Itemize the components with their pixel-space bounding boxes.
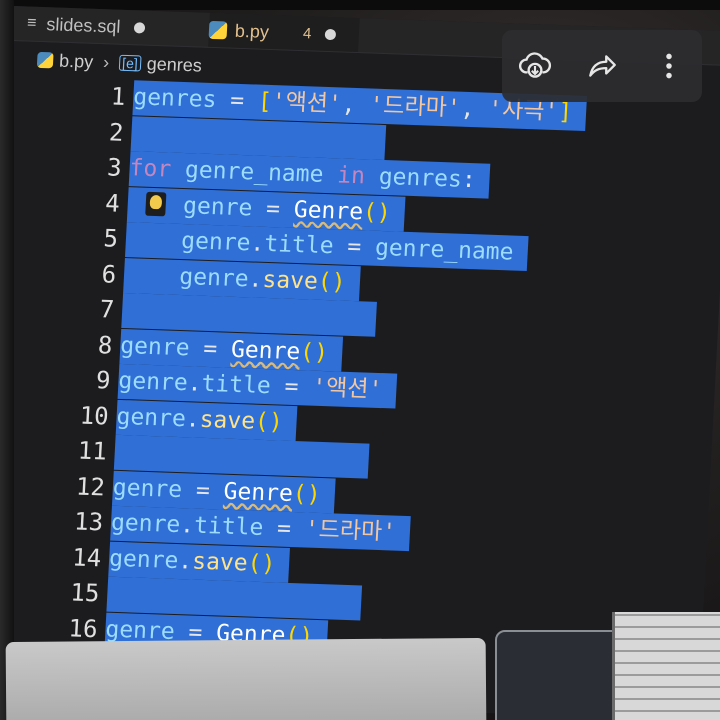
code-token: Genre <box>230 336 301 365</box>
python-file-icon <box>208 20 228 40</box>
code-token: = <box>251 194 295 223</box>
code-token: = <box>270 373 313 401</box>
code-token: save <box>261 266 319 295</box>
code-token: genre <box>115 403 187 432</box>
code-token: = <box>181 476 225 505</box>
line-number: 6 <box>100 259 117 289</box>
code-token: '드라마' <box>368 92 462 122</box>
breadcrumb-symbol[interactable]: genres <box>146 53 202 76</box>
code-token: save <box>191 548 249 576</box>
tab-b-py[interactable]: b.py 4 <box>208 12 360 53</box>
code-token: = <box>215 87 259 115</box>
code-token: genre_name <box>184 157 325 188</box>
line-number: 4 <box>104 188 121 218</box>
code-token: '액션' <box>311 374 383 404</box>
code-token: genre <box>110 509 181 539</box>
code-token: title <box>200 370 272 400</box>
code-token: . <box>247 265 264 293</box>
code-token: title <box>193 512 265 542</box>
line-number: 9 <box>95 366 112 395</box>
code-token: . <box>249 230 266 257</box>
code-token: , <box>341 91 371 119</box>
line-number: 13 <box>73 507 104 537</box>
code-token: [ <box>257 88 273 116</box>
unsaved-dot-icon <box>325 28 337 40</box>
code-token: genre_name <box>374 234 515 266</box>
more-options-button[interactable] <box>647 44 691 88</box>
lightbulb-icon[interactable] <box>145 191 167 216</box>
photo-background: ≡ slides.sql b.py 4 b.py › [e] genres 1g… <box>0 0 720 720</box>
line-number: 8 <box>97 330 114 360</box>
code-token: () <box>362 198 392 226</box>
menu-lines-icon: ≡ <box>26 14 37 32</box>
code-token: in <box>336 162 366 190</box>
code-text: genre.save() <box>115 399 298 441</box>
code-token: () <box>299 338 329 366</box>
window-blinds <box>612 612 720 720</box>
code-token: genre <box>119 332 191 361</box>
image-actions-toolbar <box>502 30 702 102</box>
code-token: genre <box>178 263 250 292</box>
line-number: 15 <box>69 578 101 608</box>
breadcrumb-file[interactable]: b.py <box>59 50 94 72</box>
line-number: 5 <box>102 224 119 253</box>
unsaved-dot-icon <box>134 21 146 34</box>
variable-symbol-icon: [e] <box>118 54 142 72</box>
code-token: genre <box>117 367 189 397</box>
share-button[interactable] <box>580 44 624 88</box>
foreground-window-left <box>5 637 487 720</box>
code-token: '드라마' <box>304 516 397 546</box>
python-file-icon <box>36 51 54 69</box>
problems-count-badge: 4 <box>302 24 312 42</box>
code-token: genres <box>132 84 218 114</box>
code-token: , <box>459 95 489 123</box>
code-token: = <box>332 233 376 261</box>
chevron-right-icon: › <box>102 51 110 72</box>
tab-label: slides.sql <box>45 13 121 37</box>
line-number: 11 <box>77 436 108 466</box>
tab-label: b.py <box>234 20 270 42</box>
breadcrumb: b.py › [e] genres <box>36 47 203 79</box>
line-number: 1 <box>110 82 127 111</box>
line-number: 3 <box>106 153 123 182</box>
code-token: Genre <box>293 196 364 225</box>
code-token: genre <box>182 192 254 221</box>
code-token: save <box>199 406 256 435</box>
line-number: 12 <box>75 471 106 501</box>
code-token: genre <box>112 474 183 503</box>
line-number: 10 <box>79 401 110 431</box>
code-token: genre <box>180 227 252 257</box>
code-token: title <box>263 230 335 260</box>
code-token: genre <box>108 545 180 574</box>
code-token: genres <box>378 163 463 193</box>
more-options-icon <box>665 53 672 79</box>
download-button[interactable] <box>513 44 557 88</box>
line-number: 2 <box>108 117 125 147</box>
code-token: Genre <box>222 478 294 507</box>
code-token: ] <box>557 99 573 126</box>
tab-slides-sql[interactable]: ≡ slides.sql <box>26 6 198 46</box>
code-token: () <box>246 550 276 577</box>
code-token: '액션' <box>271 89 343 118</box>
code-text: genre.save() <box>108 541 291 583</box>
line-number: 7 <box>99 295 115 324</box>
download-icon <box>519 52 552 78</box>
code-token: for <box>128 155 172 183</box>
code-token: () <box>317 268 347 296</box>
share-icon <box>589 55 616 77</box>
code-token: () <box>292 480 322 508</box>
code-token: () <box>254 408 284 436</box>
code-token: = <box>188 334 232 363</box>
line-number: 14 <box>71 542 102 572</box>
code-token: : <box>461 166 477 194</box>
code-token: = <box>262 515 306 543</box>
monitor-bezel-left <box>0 0 14 720</box>
